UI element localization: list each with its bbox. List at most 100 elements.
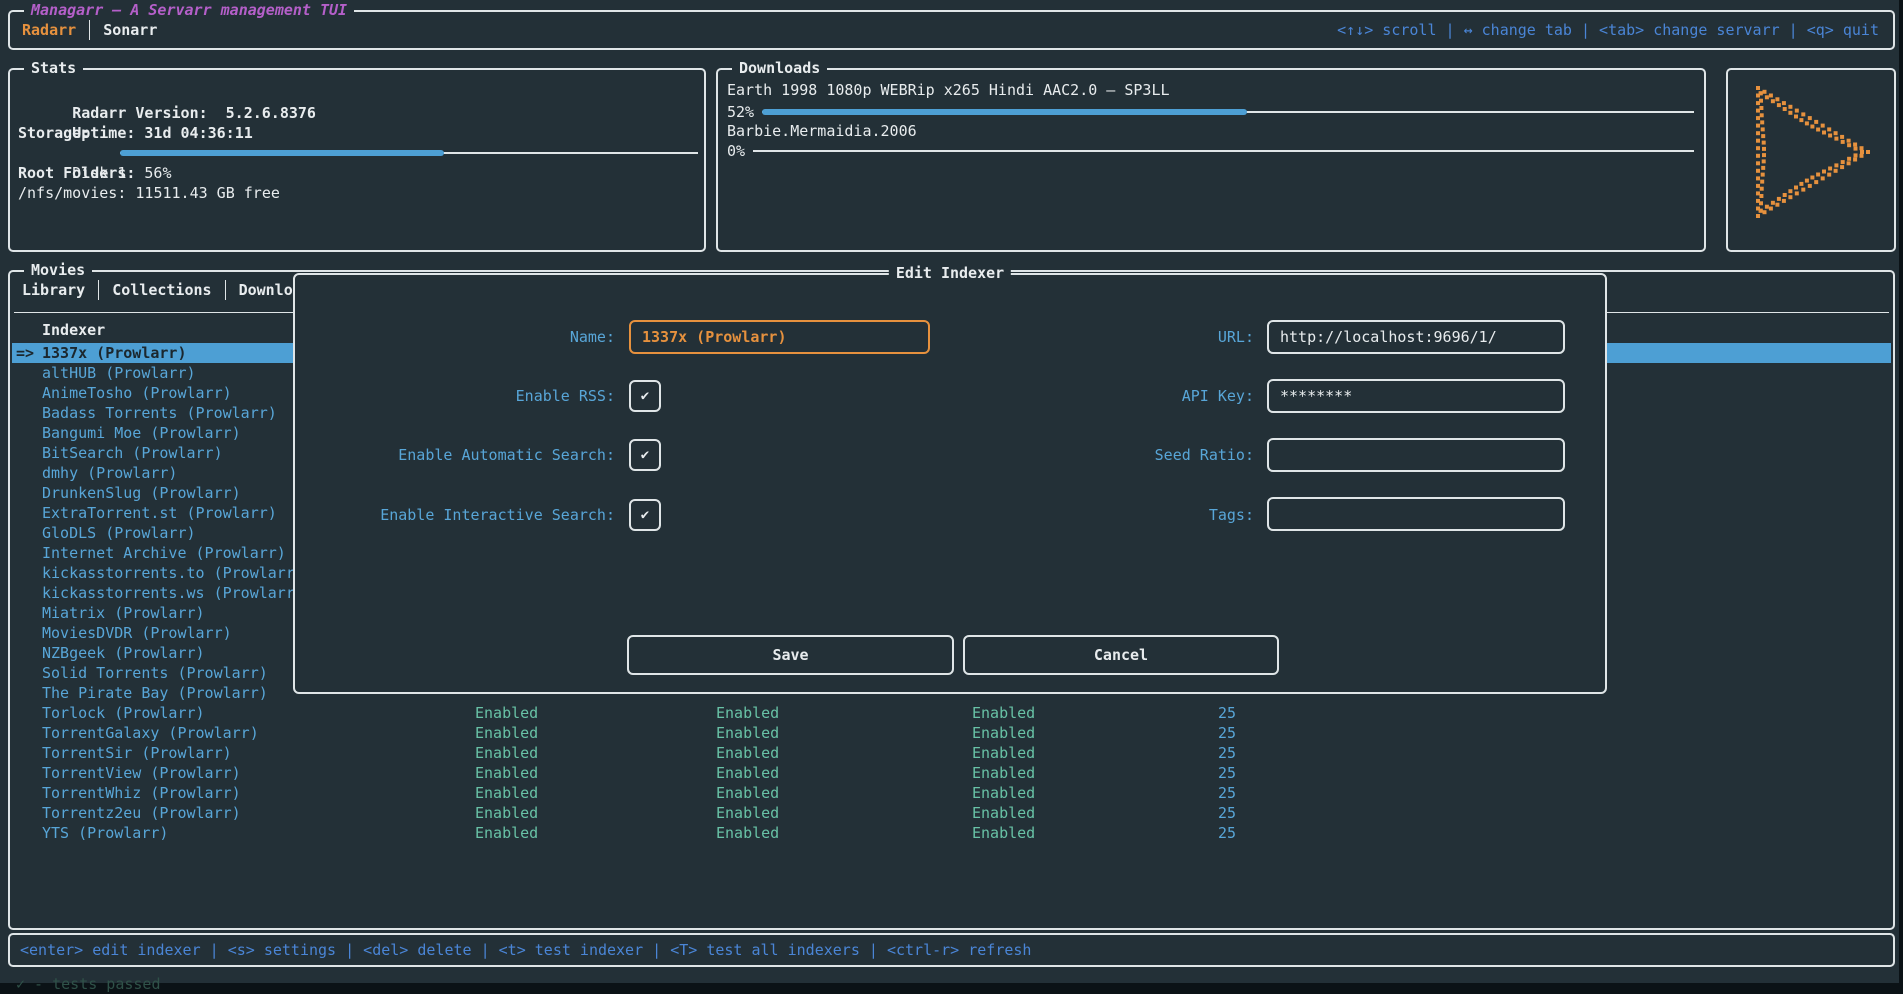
priority-value: 25: [1176, 823, 1236, 843]
indexer-name: BitSearch (Prowlarr): [42, 443, 223, 463]
disk-usage-bar: [120, 143, 698, 163]
help-bar-panel: <enter> edit indexer | <s> settings | <d…: [8, 933, 1895, 967]
table-row[interactable]: TorrentWhiz (Prowlarr) Enabled Enabled Enab…: [12, 783, 1891, 803]
rss-status: Enabled: [475, 723, 538, 743]
disk-percent-label: 56%: [144, 164, 171, 182]
tab-collections[interactable]: Collections: [112, 280, 211, 300]
downloads-panel-title: Downloads: [732, 58, 827, 78]
table-row[interactable]: Torrentz2eu (Prowlarr) Enabled Enabled Enab…: [12, 803, 1891, 823]
interactive-search-status: Enabled: [972, 783, 1035, 803]
interactive-search-status: Enabled: [972, 803, 1035, 823]
interactive-search-status: Enabled: [972, 763, 1035, 783]
indexer-name: GloDLS (Prowlarr): [42, 523, 196, 543]
indexer-name: TorrentWhiz (Prowlarr): [42, 783, 241, 803]
auto-search-status: Enabled: [716, 783, 779, 803]
api-key-input[interactable]: [1267, 379, 1565, 413]
indexer-name: AnimeTosho (Prowlarr): [42, 383, 232, 403]
table-row[interactable]: Torlock (Prowlarr) Enabled Enabled Enabled 2…: [12, 703, 1891, 723]
table-row[interactable]: YTS (Prowlarr) Enabled Enabled Enabled 25: [12, 823, 1891, 843]
indexer-name: TorrentView (Prowlarr): [42, 763, 241, 783]
interactive-search-status: Enabled: [972, 723, 1035, 743]
stats-panel-title: Stats: [24, 58, 83, 78]
indexer-name: kickasstorrents.to (Prowlarr): [42, 563, 304, 583]
title-bar-panel: Managarr – A Servarr management TUI Rada…: [8, 10, 1895, 50]
tab-divider: [225, 280, 226, 300]
auto-search-status: Enabled: [716, 703, 779, 723]
app-title: Managarr – A Servarr management TUI: [24, 0, 354, 20]
rss-status: Enabled: [475, 803, 538, 823]
save-button[interactable]: Save: [627, 635, 954, 675]
priority-value: 25: [1176, 703, 1236, 723]
indexer-name: kickasstorrents.ws (Prowlarr): [42, 583, 304, 603]
interactive-search-status: Enabled: [972, 703, 1035, 723]
table-row[interactable]: TorrentView (Prowlarr) Enabled Enabled Enab…: [12, 763, 1891, 783]
tags-input[interactable]: [1267, 497, 1565, 531]
modal-title: Edit Indexer: [889, 263, 1011, 283]
rss-status: Enabled: [475, 743, 538, 763]
indexer-name: MoviesDVDR (Prowlarr): [42, 623, 232, 643]
managarr-play-logo: [1728, 70, 1894, 250]
interactive-search-status: Enabled: [972, 743, 1035, 763]
downloads-panel: Downloads Earth 1998 1080p WEBRip x265 H…: [716, 68, 1706, 252]
seed-ratio-field-label: Seed Ratio:: [295, 445, 1254, 465]
download-percent-label: 52%: [727, 102, 754, 122]
indexer-name: Torlock (Prowlarr): [42, 703, 205, 723]
indexer-name: Miatrix (Prowlarr): [42, 603, 205, 623]
priority-value: 25: [1176, 763, 1236, 783]
root-folder-value: /nfs/movies: 11511.43 GB free: [18, 183, 280, 203]
url-input[interactable]: [1267, 320, 1565, 354]
uptime-value: 31d 04:36:11: [144, 124, 252, 142]
indexer-name: Internet Archive (Prowlarr): [42, 543, 286, 563]
tab-library[interactable]: Library: [22, 280, 85, 300]
download-progress-bar: [753, 141, 1694, 161]
movies-panel-title: Movies: [24, 260, 92, 280]
rss-status: Enabled: [475, 703, 538, 723]
stats-panel: Stats Radarr Version:5.2.6.8376 Uptime:3…: [8, 68, 706, 252]
indexer-name: Torrentz2eu (Prowlarr): [42, 803, 241, 823]
indexer-name: Badass Torrents (Prowlarr): [42, 403, 277, 423]
tab-divider: [89, 20, 90, 40]
download-progress-bar: [762, 102, 1694, 122]
indexer-name: dmhy (Prowlarr): [42, 463, 177, 483]
tab-divider: [98, 280, 99, 300]
indexer-name: 1337x (Prowlarr): [42, 343, 187, 363]
edit-indexer-modal: Edit Indexer Name: Enable RSS: Enable Au…: [293, 273, 1607, 694]
auto-search-status: Enabled: [716, 763, 779, 783]
indexer-name: NZBgeek (Prowlarr): [42, 643, 205, 663]
table-row[interactable]: TorrentSir (Prowlarr)EnabledEnabledEnabl…: [12, 743, 1891, 763]
rss-status: Enabled: [475, 763, 538, 783]
clipped-footer-text: ✓ - tests passed: [16, 974, 161, 994]
auto-search-status: Enabled: [716, 723, 779, 743]
auto-search-status: Enabled: [716, 823, 779, 843]
auto-search-status: Enabled: [716, 803, 779, 823]
seed-ratio-input[interactable]: [1267, 438, 1565, 472]
rss-status: Enabled: [475, 783, 538, 803]
help-keybinds: <enter> edit indexer | <s> settings | <d…: [20, 940, 1031, 960]
indexer-name: Bangumi Moe (Prowlarr): [42, 423, 241, 443]
priority-value: 25: [1176, 743, 1236, 763]
interactive-search-status: Enabled: [972, 823, 1035, 843]
priority-value: 25: [1176, 783, 1236, 803]
table-row[interactable]: TorrentGalaxy (Prowlarr) Enabled Enabled En…: [12, 723, 1891, 743]
indexer-name: The Pirate Bay (Prowlarr): [42, 683, 268, 703]
api-key-field-label: API Key:: [295, 386, 1254, 406]
indexer-name: Solid Torrents (Prowlarr): [42, 663, 268, 683]
app-screen: Managarr – A Servarr management TUI Rada…: [0, 0, 1899, 983]
rss-status: Enabled: [475, 823, 538, 843]
cancel-button[interactable]: Cancel: [963, 635, 1279, 675]
top-keybinds: <↑↓> scroll | ↔ change tab | <tab> chang…: [1337, 20, 1879, 40]
priority-value: 25: [1176, 723, 1236, 743]
indexer-name: TorrentGalaxy (Prowlarr): [42, 723, 259, 743]
download-percent-label: 0%: [727, 141, 745, 161]
indexer-name: DrunkenSlug (Prowlarr): [42, 483, 241, 503]
indexer-column-header: Indexer: [42, 320, 105, 340]
root-folders-label: Root Folders:: [18, 163, 135, 183]
servarr-tab-sonarr[interactable]: Sonarr: [103, 20, 157, 40]
indexer-name: YTS (Prowlarr): [42, 823, 168, 843]
auto-search-status: Enabled: [716, 743, 779, 763]
tags-field-label: Tags:: [295, 505, 1254, 525]
servarr-tab-radarr[interactable]: Radarr: [22, 20, 76, 40]
indexer-name: altHUB (Prowlarr): [42, 363, 196, 383]
url-field-label: URL:: [295, 327, 1254, 347]
selected-row-arrow: =>: [16, 343, 34, 363]
